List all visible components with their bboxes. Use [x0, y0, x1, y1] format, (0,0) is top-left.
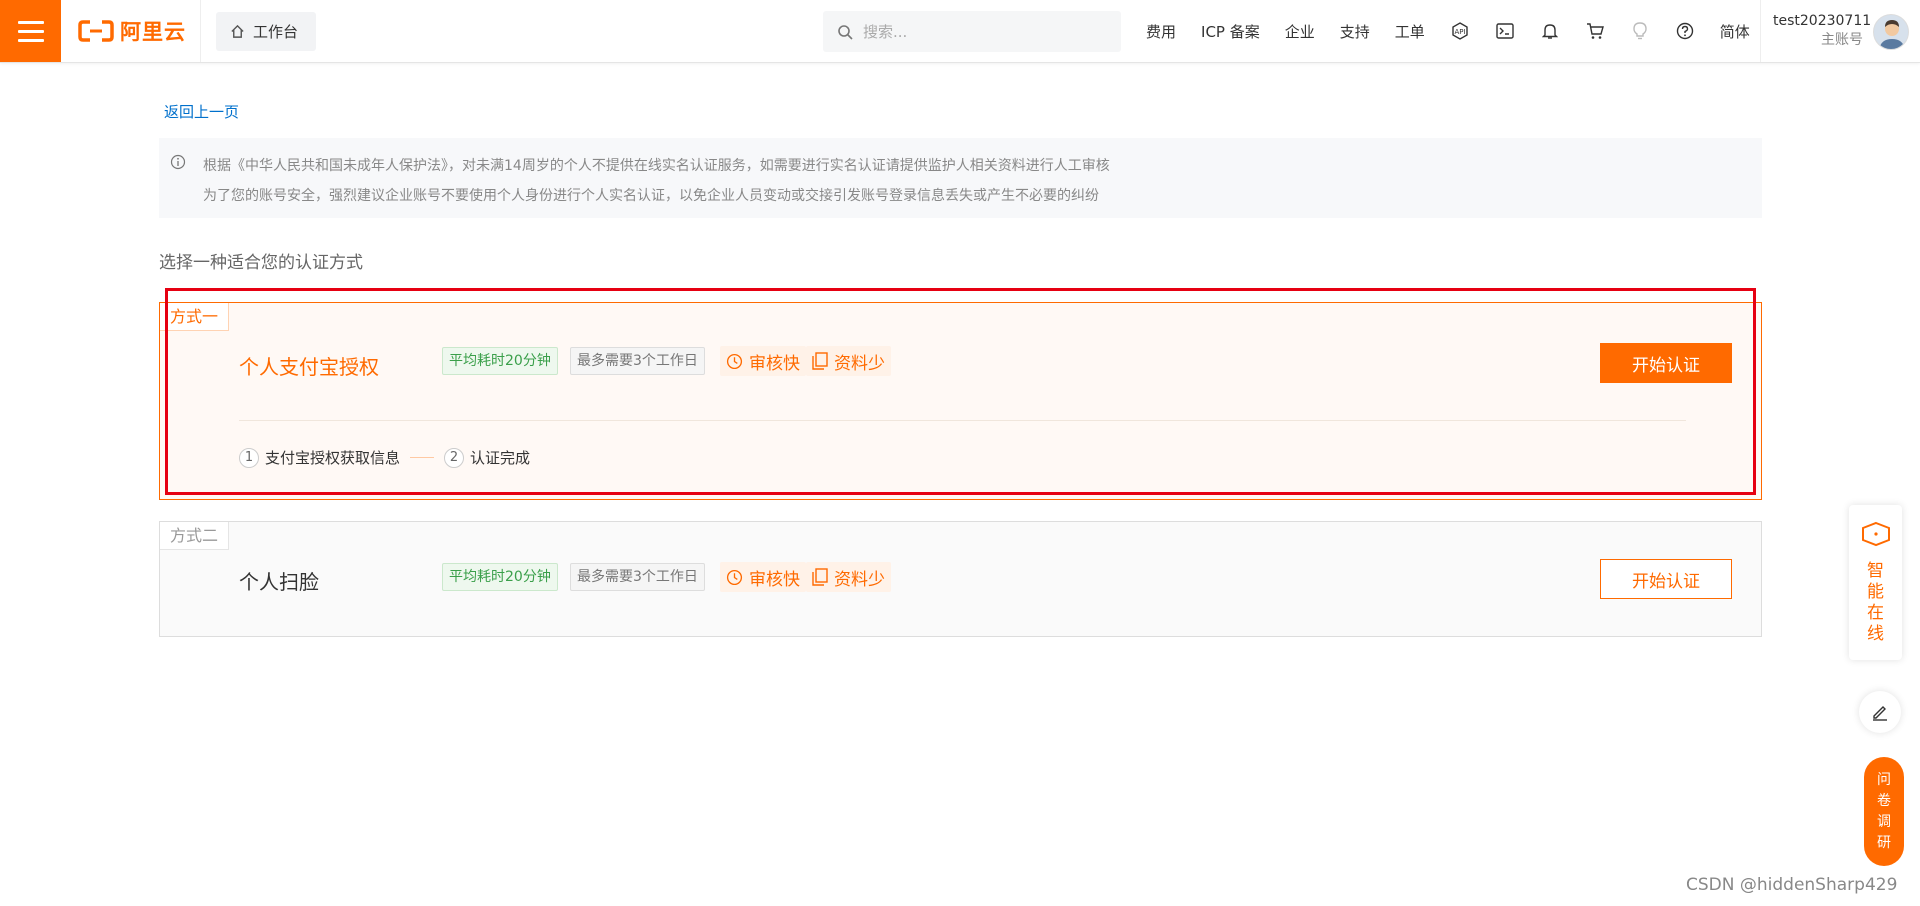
badge-max-days: 最多需要3个工作日	[570, 347, 705, 375]
feature-docs-label: 资料少	[834, 353, 885, 374]
home-icon	[231, 24, 244, 38]
cart-icon[interactable]	[1585, 21, 1605, 41]
search-input[interactable]	[863, 22, 1103, 41]
assistant-label: 智能在线	[1867, 561, 1884, 644]
top-nav: 费用 ICP 备案 企业 支持 工单 API 简体	[1146, 0, 1750, 62]
survey-button[interactable]: 问卷调研	[1864, 757, 1904, 866]
method-title: 个人支付宝授权	[239, 355, 379, 379]
logo-text: 阿里云	[120, 20, 186, 44]
avatar[interactable]	[1873, 14, 1909, 50]
method-card-alipay[interactable]: 方式一 个人支付宝授权 平均耗时20分钟 最多需要3个工作日 审核快 资料少 开…	[159, 302, 1762, 500]
clock-icon	[726, 569, 743, 585]
avatar-person-icon	[1874, 15, 1908, 49]
notice-line-1: 根据《中华人民共和国未成年人保护法》，对未满14周岁的个人不提供在线实名认证服务…	[203, 158, 1110, 174]
pencil-icon	[1873, 706, 1887, 721]
method-title: 个人扫脸	[239, 570, 319, 594]
user-account-type: 主账号	[1821, 32, 1863, 48]
assistant-hexagon-icon	[1861, 521, 1890, 547]
step-connector	[410, 457, 435, 458]
feedback-edit-button[interactable]	[1859, 691, 1901, 733]
feature-few-docs: 资料少	[806, 562, 891, 592]
feature-few-docs: 资料少	[806, 346, 891, 376]
lightbulb-icon[interactable]	[1630, 21, 1650, 41]
nav-icp[interactable]: ICP 备案	[1201, 21, 1260, 42]
terminal-icon[interactable]	[1495, 21, 1515, 41]
feature-fast-review: 审核快	[720, 346, 806, 376]
aliyun-logo[interactable]: 阿里云	[78, 17, 186, 45]
divider	[200, 0, 201, 62]
nav-fees[interactable]: 费用	[1146, 21, 1176, 42]
step-number: 2	[444, 447, 465, 468]
method-card-face-scan[interactable]: 方式二 个人扫脸 平均耗时20分钟 最多需要3个工作日 审核快 资料少 开始认证	[159, 521, 1762, 637]
aliyun-logo-mark-icon	[78, 20, 114, 42]
svg-text:API: API	[1454, 28, 1465, 36]
step-label: 认证完成	[470, 449, 531, 467]
back-link[interactable]: 返回上一页	[164, 101, 239, 122]
watermark: CSDN @hiddenSharp429	[1686, 875, 1898, 895]
workbench-button[interactable]: 工作台	[216, 12, 316, 51]
top-navigation-bar: 阿里云 工作台 费用 ICP 备案 企业 支持 工单 API	[0, 0, 1920, 63]
notice-line-2: 为了您的账号安全，强烈建议企业账号不要使用个人身份进行个人实名认证，以免企业人员…	[203, 188, 1099, 204]
smart-assistant-button[interactable]: 智能在线	[1849, 505, 1902, 660]
step-label: 支付宝授权获取信息	[265, 449, 401, 467]
divider	[1760, 0, 1761, 62]
section-title: 选择一种适合您的认证方式	[159, 253, 363, 273]
method-tag: 方式一	[160, 303, 230, 331]
feature-fast-label: 审核快	[749, 569, 800, 590]
search-icon	[838, 24, 853, 40]
clock-icon	[726, 353, 743, 369]
method-tag: 方式二	[160, 522, 230, 550]
badge-max-days: 最多需要3个工作日	[570, 563, 705, 591]
document-copy-icon	[812, 352, 828, 370]
start-verification-button[interactable]: 开始认证	[1600, 559, 1732, 599]
bell-icon[interactable]	[1540, 21, 1560, 41]
step-number: 1	[239, 447, 259, 468]
hamburger-menu-button[interactable]	[0, 0, 61, 62]
search-box[interactable]	[823, 11, 1121, 52]
user-account-menu[interactable]: test20230711 主账号	[1773, 12, 1872, 50]
nav-ticket[interactable]: 工单	[1395, 21, 1425, 42]
api-icon[interactable]: API	[1450, 21, 1470, 41]
document-copy-icon	[812, 568, 828, 586]
start-verification-button[interactable]: 开始认证	[1600, 343, 1732, 383]
info-icon	[170, 154, 186, 170]
feature-docs-label: 资料少	[834, 569, 885, 590]
workbench-label: 工作台	[253, 23, 299, 41]
verification-steps: 1 支付宝授权获取信息 2 认证完成	[239, 447, 530, 468]
user-name: test20230711	[1773, 13, 1872, 29]
feature-fast-review: 审核快	[720, 562, 806, 592]
notice-banner: 根据《中华人民共和国未成年人保护法》，对未满14周岁的个人不提供在线实名认证服务…	[159, 138, 1762, 218]
nav-enterprise[interactable]: 企业	[1285, 21, 1315, 42]
badge-average-time: 平均耗时20分钟	[442, 563, 558, 591]
help-icon[interactable]	[1675, 21, 1695, 41]
divider	[239, 420, 1686, 421]
language-switch[interactable]: 简体	[1720, 21, 1750, 42]
survey-label: 问卷调研	[1877, 771, 1891, 851]
feature-fast-label: 审核快	[749, 353, 800, 374]
badge-average-time: 平均耗时20分钟	[442, 347, 558, 375]
nav-support[interactable]: 支持	[1340, 21, 1370, 42]
